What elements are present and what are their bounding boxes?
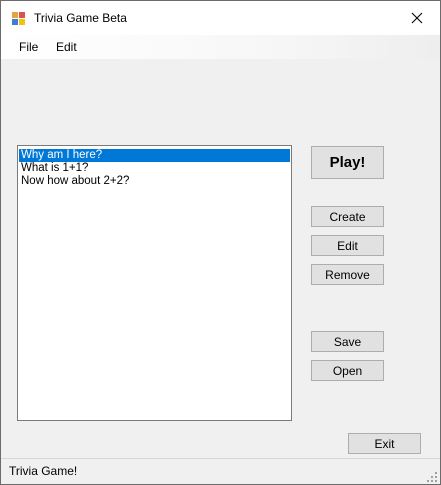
list-item[interactable]: Now how about 2+2? — [19, 175, 290, 188]
open-button[interactable]: Open — [311, 360, 384, 381]
questions-listbox[interactable]: Why am I here? What is 1+1? Now how abou… — [17, 145, 292, 421]
status-text: Trivia Game! — [9, 464, 78, 478]
list-item[interactable]: What is 1+1? — [19, 162, 290, 175]
close-icon — [411, 12, 423, 24]
resize-grip-icon[interactable] — [426, 471, 438, 483]
list-item[interactable]: Why am I here? — [19, 149, 290, 162]
menu-bar: File Edit — [1, 35, 440, 59]
create-button[interactable]: Create — [311, 206, 384, 227]
app-icon — [12, 12, 25, 25]
menu-file[interactable]: File — [19, 40, 38, 54]
close-button[interactable] — [394, 1, 440, 35]
main-window: Trivia Game Beta File Edit Why am I here… — [0, 0, 441, 485]
edit-button[interactable]: Edit — [311, 235, 384, 256]
exit-button[interactable]: Exit — [348, 433, 421, 454]
status-bar: Trivia Game! — [1, 458, 440, 484]
remove-button[interactable]: Remove — [311, 264, 384, 285]
play-button[interactable]: Play! — [311, 146, 384, 179]
title-bar[interactable]: Trivia Game Beta — [1, 1, 440, 35]
save-button[interactable]: Save — [311, 331, 384, 352]
window-title: Trivia Game Beta — [34, 11, 127, 25]
menu-edit[interactable]: Edit — [56, 40, 77, 54]
